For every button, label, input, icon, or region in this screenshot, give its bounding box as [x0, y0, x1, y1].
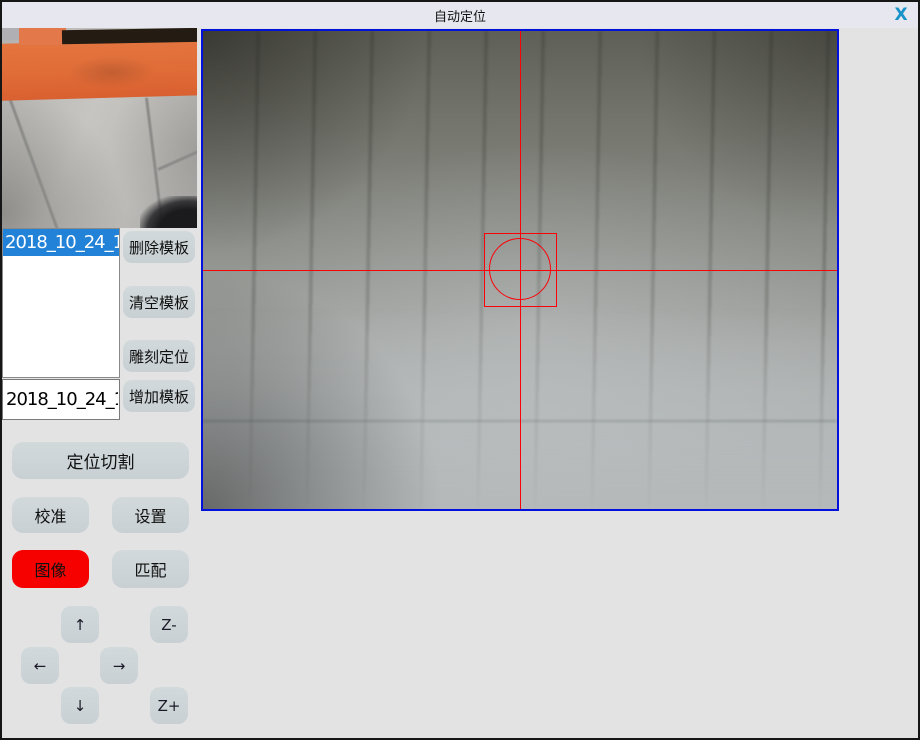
titlebar: 自动定位 X	[2, 2, 918, 28]
settings-button[interactable]: 设置	[112, 497, 189, 533]
jog-down-button[interactable]: ↓	[61, 687, 99, 724]
camera-live-view[interactable]	[201, 29, 839, 511]
close-icon[interactable]: X	[890, 5, 912, 25]
image-button[interactable]: 图像	[12, 550, 89, 588]
clear-templates-button[interactable]: 清空模板	[123, 286, 195, 318]
delete-template-button[interactable]: 删除模板	[123, 231, 195, 263]
match-button[interactable]: 匹配	[112, 550, 189, 588]
preview-gray-patch	[2, 28, 19, 40]
preview-orange-block	[19, 28, 66, 45]
template-list[interactable]: 2018_10_24_11	[2, 228, 120, 378]
template-list-item-selected[interactable]: 2018_10_24_11	[3, 229, 119, 256]
target-circle-overlay	[489, 238, 551, 300]
position-cut-button[interactable]: 定位切割	[12, 442, 189, 479]
template-name-input[interactable]	[2, 379, 120, 420]
add-template-button[interactable]: 增加模板	[123, 380, 195, 412]
dialog-title: 自动定位	[434, 6, 486, 25]
jog-z-minus-button[interactable]: Z-	[150, 606, 188, 643]
preview-dark-strip	[62, 28, 197, 44]
calibrate-button[interactable]: 校准	[12, 497, 89, 533]
jog-up-button[interactable]: ↑	[61, 606, 99, 643]
jog-z-plus-button[interactable]: Z+	[150, 687, 188, 724]
jog-right-button[interactable]: →	[100, 647, 138, 684]
preview-tile-grout-line	[8, 97, 64, 228]
template-preview-image	[2, 28, 197, 228]
engrave-position-button[interactable]: 雕刻定位	[123, 340, 195, 372]
preview-dark-object	[140, 196, 197, 228]
preview-tile-grout-line	[157, 147, 197, 171]
preview-orange-board	[2, 38, 197, 101]
jog-left-button[interactable]: ←	[21, 647, 59, 684]
auto-position-dialog: 自动定位 X 2018_10_24_11 删除模板 清空模板 雕刻定位 增加模板…	[0, 0, 920, 740]
